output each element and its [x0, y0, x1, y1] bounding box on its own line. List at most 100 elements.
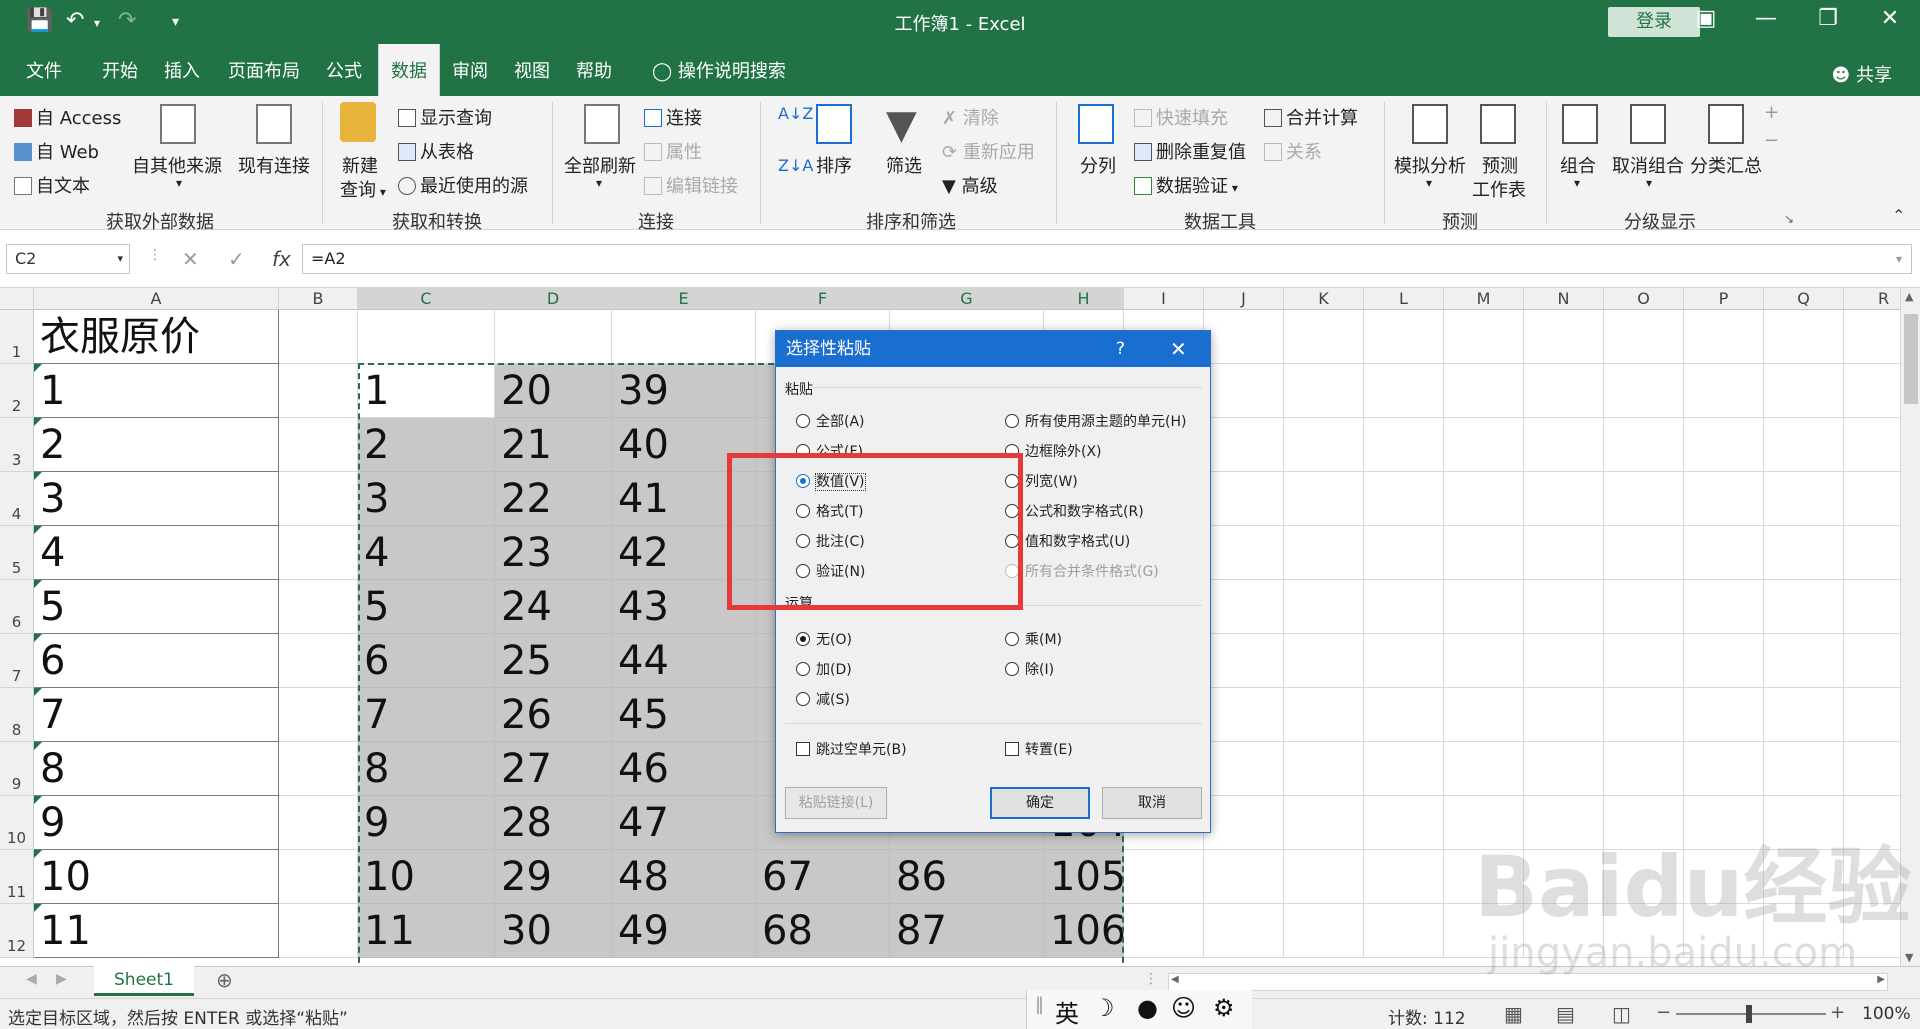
cell[interactable]: [1764, 526, 1844, 580]
close-window-icon[interactable]: ✕: [1870, 6, 1910, 31]
name-box[interactable]: C2 ▾: [6, 244, 130, 274]
radio-op-none[interactable]: [796, 632, 810, 646]
cell[interactable]: [1524, 688, 1604, 742]
operation-option-divide[interactable]: 除(I): [1005, 659, 1054, 679]
what-if-button[interactable]: 模拟分析: [1394, 152, 1466, 178]
paste-option-all[interactable]: 全部(A): [796, 411, 865, 431]
column-header-e[interactable]: E: [612, 288, 756, 310]
tab-page-layout[interactable]: 页面布局: [216, 44, 312, 96]
from-text-button[interactable]: 自文本: [14, 172, 90, 198]
ribbon-display-icon[interactable]: ▣: [1686, 6, 1726, 31]
punctuation-icon[interactable]: ●: [1137, 994, 1158, 1022]
dialog-launcher-icon[interactable]: ↘: [1784, 212, 1794, 226]
cell[interactable]: 67: [756, 850, 890, 904]
cell[interactable]: 106: [1044, 904, 1124, 958]
cell[interactable]: [1844, 688, 1900, 742]
show-queries-button[interactable]: 显示查询: [398, 104, 492, 130]
cell[interactable]: [1444, 742, 1524, 796]
cell[interactable]: 7: [358, 688, 495, 742]
forecast-sheet-button-line2[interactable]: 工作表: [1472, 176, 1526, 202]
cell[interactable]: [1604, 364, 1684, 418]
column-header-c[interactable]: C: [358, 288, 495, 310]
cell[interactable]: [1204, 688, 1284, 742]
restore-icon[interactable]: ❐: [1808, 6, 1848, 31]
minimize-icon[interactable]: —: [1746, 6, 1786, 31]
tab-view[interactable]: 视图: [502, 44, 562, 96]
cell[interactable]: [279, 850, 358, 904]
scroll-down-icon[interactable]: ▼: [1905, 951, 1913, 964]
column-header-k[interactable]: K: [1284, 288, 1364, 310]
skip-blanks-checkbox[interactable]: [796, 742, 810, 756]
ok-button[interactable]: 确定: [990, 787, 1090, 819]
cell[interactable]: 47: [612, 796, 756, 850]
cell[interactable]: [1844, 418, 1900, 472]
cell[interactable]: [1284, 634, 1364, 688]
column-header-r[interactable]: R: [1844, 288, 1900, 310]
scroll-right-icon[interactable]: ▶: [1877, 974, 1885, 985]
cell[interactable]: [1124, 850, 1204, 904]
vertical-scroll-thumb[interactable]: [1904, 314, 1918, 404]
tab-review[interactable]: 审阅: [440, 44, 500, 96]
collapse-ribbon-icon[interactable]: ⌃: [1892, 206, 1905, 225]
zoom-slider-thumb[interactable]: [1746, 1005, 1752, 1023]
cell[interactable]: [1764, 472, 1844, 526]
cell[interactable]: 6: [34, 634, 279, 688]
column-header-j[interactable]: J: [1204, 288, 1284, 310]
cell[interactable]: 10: [358, 850, 495, 904]
cell[interactable]: [1364, 418, 1444, 472]
cell[interactable]: [1844, 634, 1900, 688]
cell[interactable]: 30: [495, 904, 612, 958]
cell[interactable]: [1284, 796, 1364, 850]
cell[interactable]: [1524, 418, 1604, 472]
cell[interactable]: [1444, 472, 1524, 526]
cell[interactable]: [1204, 310, 1284, 364]
cell[interactable]: [1284, 310, 1364, 364]
cell[interactable]: [1844, 472, 1900, 526]
column-header-n[interactable]: N: [1524, 288, 1604, 310]
cell[interactable]: [1284, 418, 1364, 472]
cell[interactable]: 9: [358, 796, 495, 850]
cell[interactable]: 8: [34, 742, 279, 796]
cell[interactable]: 44: [612, 634, 756, 688]
subtotal-button[interactable]: 分类汇总: [1690, 152, 1762, 178]
cell[interactable]: [1364, 580, 1444, 634]
insert-function-icon[interactable]: fx: [272, 247, 291, 271]
cell[interactable]: [1204, 634, 1284, 688]
cell[interactable]: [279, 526, 358, 580]
cell[interactable]: 2: [34, 418, 279, 472]
cell[interactable]: [1204, 742, 1284, 796]
cell[interactable]: 28: [495, 796, 612, 850]
cell[interactable]: [1844, 526, 1900, 580]
select-all-corner[interactable]: [0, 288, 34, 310]
cell[interactable]: [1444, 634, 1524, 688]
cell[interactable]: [1604, 634, 1684, 688]
radio-source-theme[interactable]: [1005, 414, 1019, 428]
cell[interactable]: [1524, 310, 1604, 364]
dialog-help-icon[interactable]: ?: [1116, 331, 1125, 367]
forecast-sheet-button-line1[interactable]: 预测: [1482, 152, 1518, 178]
row-header[interactable]: 2: [0, 364, 34, 418]
emoji-icon[interactable]: ☺: [1171, 994, 1196, 1022]
cell[interactable]: 6: [358, 634, 495, 688]
cell[interactable]: 68: [756, 904, 890, 958]
tab-insert[interactable]: 插入: [152, 44, 212, 96]
ime-language-toggle[interactable]: 英: [1055, 994, 1079, 1029]
cell[interactable]: 45: [612, 688, 756, 742]
recent-sources-button[interactable]: 最近使用的源: [398, 172, 528, 198]
cell[interactable]: 1: [34, 364, 279, 418]
radio-op-multiply[interactable]: [1005, 632, 1019, 646]
cell[interactable]: [279, 310, 358, 364]
cell[interactable]: [495, 310, 612, 364]
from-table-button[interactable]: 从表格: [398, 138, 474, 164]
cell[interactable]: [1364, 742, 1444, 796]
cell[interactable]: 24: [495, 580, 612, 634]
cell[interactable]: [1364, 796, 1444, 850]
group-button[interactable]: 组合: [1560, 152, 1596, 178]
cell[interactable]: [279, 418, 358, 472]
row-header[interactable]: 11: [0, 850, 34, 904]
cell[interactable]: [1204, 580, 1284, 634]
name-box-dropdown-icon[interactable]: ▾: [117, 245, 123, 273]
cell[interactable]: 10: [34, 850, 279, 904]
cell[interactable]: 27: [495, 742, 612, 796]
cancel-button[interactable]: 取消: [1102, 787, 1202, 819]
